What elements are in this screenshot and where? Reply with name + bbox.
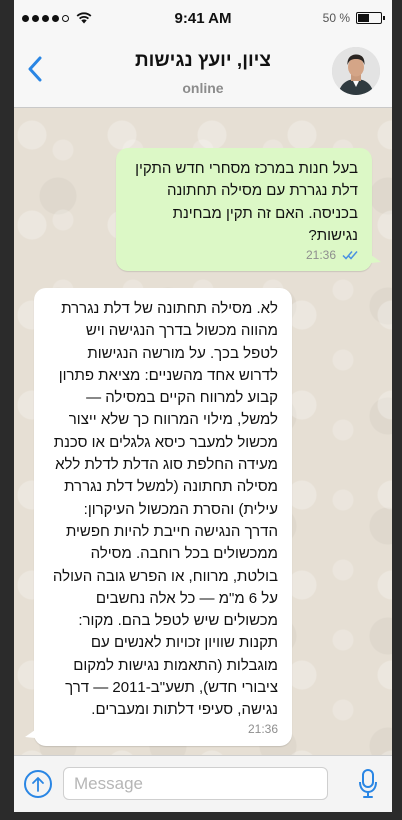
wifi-icon	[76, 12, 92, 24]
signal-strength-icon	[22, 12, 92, 24]
message-time: 21:36	[247, 722, 278, 737]
chat-area[interactable]: בעל חנות במרכז מסחרי חדש התקין דלת נגררת…	[14, 108, 392, 755]
battery-indicator: 50 %	[322, 11, 385, 25]
avatar[interactable]	[332, 47, 380, 95]
battery-icon	[356, 12, 385, 24]
incoming-message[interactable]: לא. מסילה תחתונה של דלת נגררת מהווה מכשו…	[25, 288, 292, 746]
microphone-icon[interactable]	[358, 769, 378, 799]
phone-screen: 9:41 AM 50 % ציון, יועץ נגישות online בע…	[14, 0, 392, 812]
double-check-icon	[342, 251, 358, 260]
chat-header: ציון, יועץ נגישות online	[14, 36, 392, 108]
battery-percentage: 50 %	[322, 11, 350, 25]
message-input-bar	[14, 755, 392, 812]
upload-button[interactable]	[24, 770, 52, 798]
message-text: בעל חנות במרכז מסחרי חדש התקין דלת נגררת…	[135, 160, 358, 244]
message-meta: 21:36	[248, 718, 278, 740]
outgoing-message[interactable]: בעל חנות במרכז מסחרי חדש התקין דלת נגררת…	[116, 148, 381, 272]
person-icon	[332, 47, 380, 95]
status-bar: 9:41 AM 50 %	[14, 0, 392, 36]
message-text: לא. מסילה תחתונה של דלת נגררת מהווה מכשו…	[52, 300, 278, 719]
message-time: 21:36	[305, 247, 336, 262]
message-input[interactable]	[63, 767, 328, 800]
arrow-up-icon	[32, 777, 44, 792]
message-meta: 21:36	[306, 244, 360, 266]
